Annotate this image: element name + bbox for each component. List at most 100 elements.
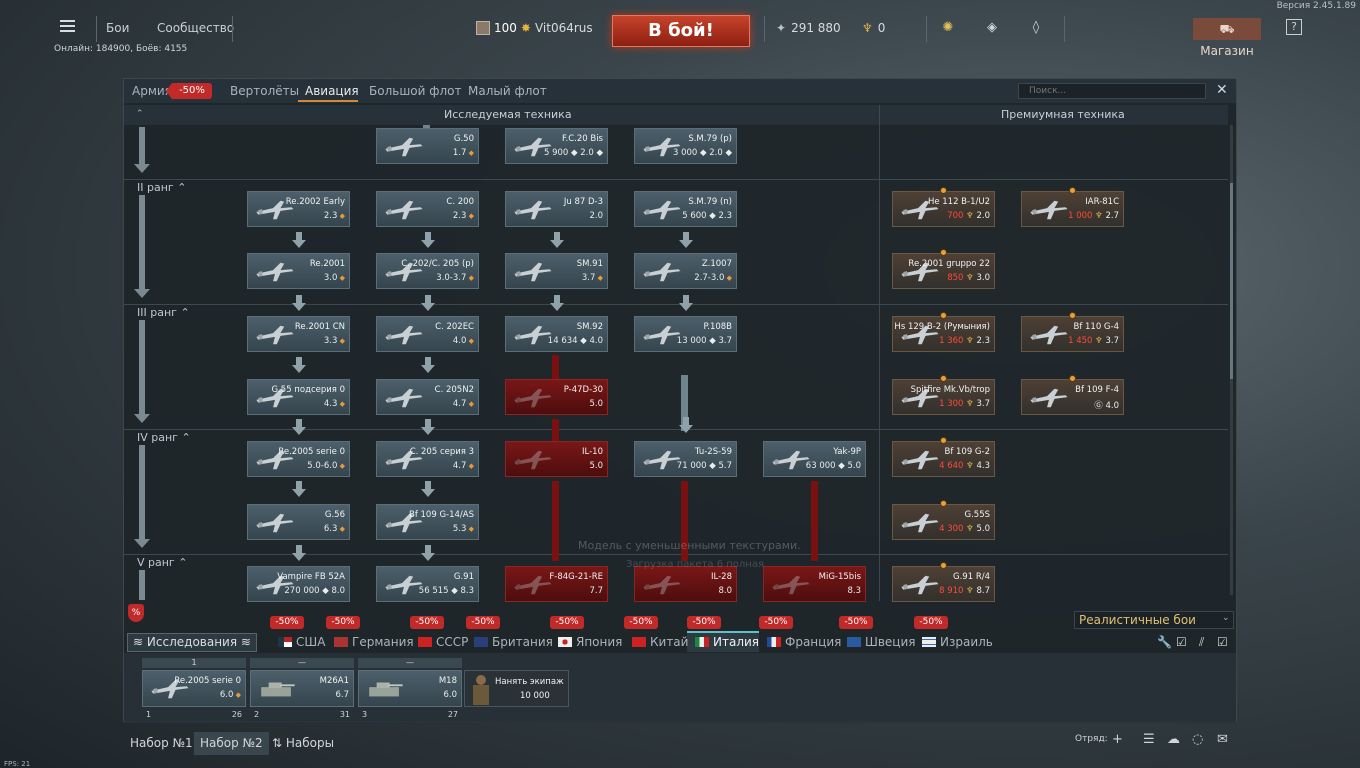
nation-italy[interactable]: Италия: [695, 635, 759, 649]
vehicle-card[interactable]: S.M.79 (n) 5 600 ◆ 2.3: [634, 191, 737, 227]
slot-vehicle[interactable]: Re.2005 serie 0 6.0: [142, 670, 246, 707]
nation-israel[interactable]: Израиль: [922, 635, 993, 649]
vehicle-card[interactable]: Tu-2S-59 71 000 ◆ 5.7: [634, 441, 737, 477]
preset-1-tab[interactable]: Набор №1: [124, 732, 199, 755]
menu-icon[interactable]: [60, 20, 75, 32]
premium-vehicle-card[interactable]: Bf 110 G-4 1 450 ♆ 3.7: [1021, 316, 1124, 352]
vehicle-card[interactable]: Re.2001 3.0: [247, 253, 350, 289]
chat-icon[interactable]: ◌: [1192, 732, 1203, 747]
vehicle-card[interactable]: Z.1007 2.7-3.0: [634, 253, 737, 289]
rank-label[interactable]: V ранг ⌃: [137, 556, 187, 569]
vehicle-card[interactable]: G.55 подсерия 0 4.3: [247, 379, 350, 415]
vehicle-card[interactable]: C. 205N2 4.7: [376, 379, 479, 415]
game-mode-select[interactable]: Реалистичные бои: [1074, 611, 1234, 629]
search-input[interactable]: [1018, 83, 1206, 99]
premium-vehicle-card[interactable]: He 112 B-1/U2 700 ♆ 2.0: [892, 191, 995, 227]
vehicle-card[interactable]: F-84G-21-RE 7.7: [505, 566, 608, 602]
presets-button[interactable]: ⇅ Наборы: [266, 732, 340, 755]
golden-eagles[interactable]: ♆ 0: [862, 21, 885, 35]
nation-usa[interactable]: США: [278, 635, 325, 649]
preset-2-tab[interactable]: Набор №2: [194, 732, 269, 755]
vehicle-card[interactable]: SM.91 3.7: [505, 253, 608, 289]
coupon-icon[interactable]: ◊: [1028, 20, 1044, 36]
premium-vehicle-card[interactable]: Bf 109 F-4 Ⓖ 4.0: [1021, 379, 1124, 415]
vehicle-card[interactable]: Re.2001 CN 3.3: [247, 316, 350, 352]
vehicle-card[interactable]: C. 205 серия 3 4.7: [376, 441, 479, 477]
rank-label[interactable]: III ранг ⌃: [137, 306, 190, 319]
eagle-icon: ♆: [862, 21, 873, 35]
premium-vehicle-card[interactable]: G.91 R/4 8 910 ♆ 8.7: [892, 566, 995, 602]
tab-helicopters[interactable]: Вертолёты: [230, 84, 299, 98]
decal-icon[interactable]: ◈: [984, 20, 1000, 36]
nav-community[interactable]: Сообщество: [157, 21, 234, 35]
wrench-icon[interactable]: 🔧: [1157, 635, 1172, 649]
vehicle-card[interactable]: S.M.79 (p) 3 000 ◆ 2.0 ◆: [634, 128, 737, 164]
vehicle-card[interactable]: G.91 56 515 ◆ 8.3: [376, 566, 479, 602]
to-battle-button[interactable]: В бой!: [612, 15, 750, 47]
premium-vehicle-card[interactable]: Re.2001 gruppo 22 850 ♆ 3.0: [892, 253, 995, 289]
research-button[interactable]: ≋ Исследования ≋: [127, 633, 257, 652]
vehicle-card[interactable]: P.108B 13 000 ◆ 3.7: [634, 316, 737, 352]
vehicle-card[interactable]: P-47D-30 5.0: [505, 379, 608, 415]
vehicle-card[interactable]: C. 200 2.3: [376, 191, 479, 227]
vehicle-card[interactable]: Bf 109 G-14/AS 5.3: [376, 504, 479, 540]
checkbox-icon[interactable]: ☑: [1176, 635, 1187, 649]
premium-vehicle-card[interactable]: G.55S 4 300 ♆ 5.0: [892, 504, 995, 540]
tab-bluewater-fleet[interactable]: Большой флот: [369, 84, 462, 98]
nation-sweden[interactable]: Швеция: [847, 635, 915, 649]
help-button[interactable]: ?: [1286, 19, 1302, 35]
premium-vehicle-card[interactable]: Hs 129 B-2 (Румыния) 1 360 ♆ 2.3: [892, 316, 995, 352]
nav-battles[interactable]: Бои: [106, 21, 129, 35]
vehicle-card[interactable]: SM.92 14 634 ◆ 4.0: [505, 316, 608, 352]
vehicle-card[interactable]: G.56 6.3: [247, 504, 350, 540]
vehicle-card[interactable]: C. 202/C. 205 (p) 3.0-3.7: [376, 253, 479, 289]
vehicle-br: 2.7: [1105, 211, 1119, 221]
tab-coastal-fleet[interactable]: Малый флот: [468, 84, 547, 98]
chevron-down-icon[interactable]: ⌄: [1222, 613, 1230, 623]
mail-icon[interactable]: ✉: [1217, 732, 1228, 747]
vehicle-card[interactable]: IL-28 8.0: [634, 566, 737, 602]
tab-aviation[interactable]: Авиация: [305, 84, 359, 98]
vehicle-card[interactable]: F.C.20 Bis 5 900 ◆ 2.0 ◆: [505, 128, 608, 164]
nation-britain[interactable]: Британия: [474, 635, 553, 649]
premium-vehicle-card[interactable]: Spitfire Mk.Vb/trop 1 300 ♆ 3.7: [892, 379, 995, 415]
shop-button[interactable]: ⛟ Магазин: [1193, 18, 1261, 58]
rank-label[interactable]: II ранг ⌃: [137, 181, 186, 194]
crew-slot[interactable]: — M18 6.0 3 27: [358, 658, 462, 719]
premium-vehicle-card[interactable]: IAR-81C 1 000 ♆ 2.7: [1021, 191, 1124, 227]
checkbox-icon[interactable]: ☑: [1217, 635, 1228, 649]
vehicle-card[interactable]: Re.2002 Early 2.3: [247, 191, 350, 227]
slot-vehicle[interactable]: M26A1 6.7: [250, 670, 354, 707]
scrollbar-thumb[interactable]: [1230, 183, 1233, 379]
vehicle-card[interactable]: Yak-9P 63 000 ◆ 5.0: [763, 441, 866, 477]
research-tree-window: Армия -50% Вертолёты Авиация Большой фло…: [123, 78, 1237, 723]
nation-france[interactable]: Франция: [767, 635, 841, 649]
vehicle-card[interactable]: Vampire FB 52A 270 000 ◆ 8.0: [247, 566, 350, 602]
lightbulb-icon[interactable]: ✺: [940, 20, 956, 36]
crew-slot[interactable]: 1 Re.2005 serie 0 6.0 1 26: [142, 658, 246, 719]
vehicle-name: IL-10: [582, 447, 603, 457]
silver-lions[interactable]: ✦ 291 880: [776, 21, 841, 35]
nation-ussr[interactable]: СССР: [418, 635, 468, 649]
crew-slot[interactable]: — M26A1 6.7 2 31: [250, 658, 354, 719]
vehicle-card[interactable]: IL-10 5.0: [505, 441, 608, 477]
contacts-icon[interactable]: ☁: [1167, 732, 1180, 747]
scroll-up-icon[interactable]: ⌃: [136, 109, 144, 119]
vehicle-card[interactable]: Re.2005 serie 0 5.0-6.0: [247, 441, 350, 477]
list-icon[interactable]: ☰: [1143, 732, 1155, 747]
close-icon[interactable]: ✕: [1216, 82, 1228, 98]
filter-icon[interactable]: ⫽: [1199, 635, 1204, 650]
add-icon[interactable]: +: [1112, 732, 1123, 747]
vehicle-card[interactable]: G.50 1.7: [376, 128, 479, 164]
rank-label[interactable]: IV ранг ⌃: [137, 431, 191, 444]
hire-crew-button[interactable]: Нанять экипаж 10 000: [464, 670, 569, 707]
premium-vehicle-card[interactable]: Bf 109 G-2 4 640 ♆ 4.3: [892, 441, 995, 477]
player-info[interactable]: 100 ✸ Vit064rus: [476, 21, 593, 35]
nation-japan[interactable]: Япония: [558, 635, 622, 649]
vehicle-card[interactable]: Ju 87 D-3 2.0: [505, 191, 608, 227]
nation-china[interactable]: Китай: [632, 635, 688, 649]
slot-vehicle[interactable]: M18 6.0: [358, 670, 462, 707]
vehicle-card[interactable]: C. 202EC 4.0: [376, 316, 479, 352]
nation-germany[interactable]: Германия: [334, 635, 414, 649]
vehicle-card[interactable]: MiG-15bis 8.3: [763, 566, 866, 602]
